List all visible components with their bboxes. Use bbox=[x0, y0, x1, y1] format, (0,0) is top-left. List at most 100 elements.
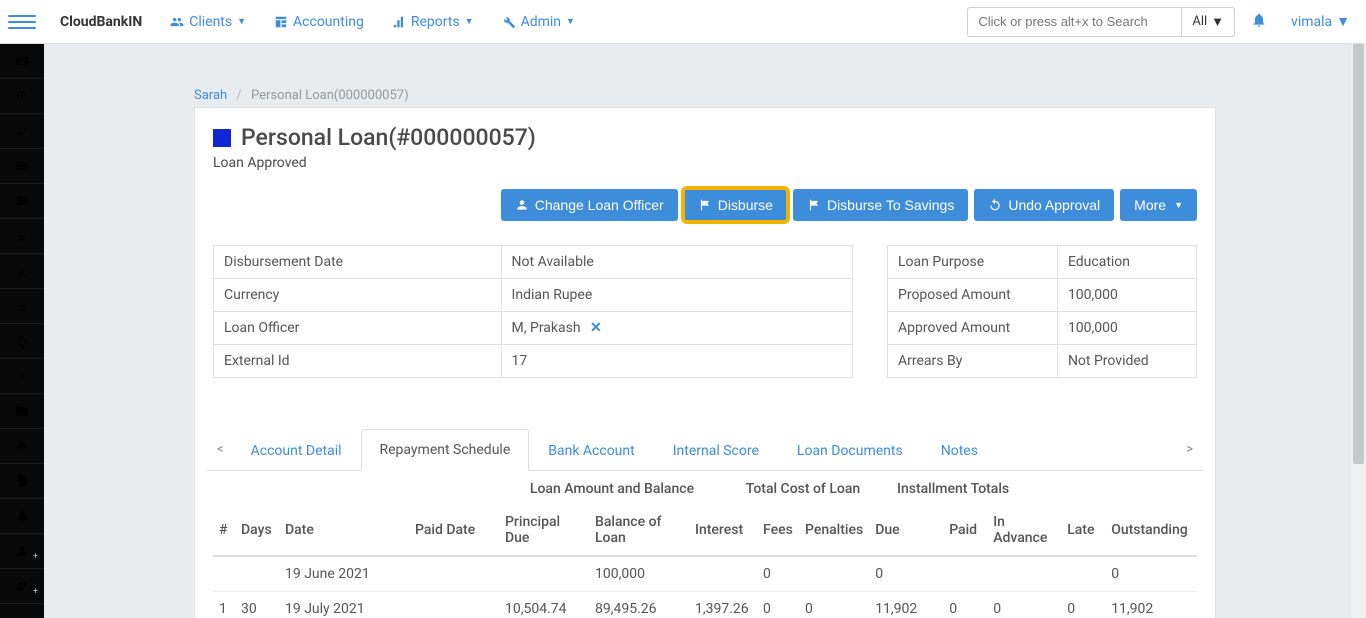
detail-label: Arrears By bbox=[888, 345, 1058, 378]
user-icon bbox=[515, 198, 529, 212]
button-label: More bbox=[1134, 197, 1166, 213]
nav-label: Clients bbox=[189, 14, 232, 30]
brand-logo: CloudBankIN bbox=[46, 14, 156, 30]
sidebar-download2-icon[interactable] bbox=[0, 254, 44, 289]
detail-value: 17 bbox=[501, 345, 852, 378]
sidebar-keyboard-icon[interactable] bbox=[0, 44, 44, 79]
sidebar-document-icon[interactable] bbox=[0, 464, 44, 499]
user-name-label: vimala bbox=[1291, 14, 1332, 30]
detail-value: 100,000 bbox=[1057, 279, 1196, 312]
sidebar-check-icon[interactable] bbox=[0, 114, 44, 149]
sidebar-sitemap-icon[interactable] bbox=[0, 429, 44, 464]
nav-clients[interactable]: Clients ▼ bbox=[156, 4, 260, 40]
change-loan-officer-button[interactable]: Change Loan Officer bbox=[501, 189, 678, 221]
col-fees: Fees bbox=[757, 505, 799, 556]
tab-repayment-schedule[interactable]: Repayment Schedule bbox=[361, 429, 530, 471]
detail-label: Loan Officer bbox=[214, 312, 502, 345]
cell: 1 bbox=[213, 592, 235, 618]
detail-label: Approved Amount bbox=[888, 312, 1058, 345]
remove-loan-officer-icon[interactable]: ✕ bbox=[590, 320, 602, 336]
breadcrumb-loan-label: Personal Loan(000000057) bbox=[251, 88, 409, 103]
cell: 30 bbox=[235, 592, 279, 618]
caret-down-icon: ▼ bbox=[237, 16, 246, 27]
caret-down-icon: ▼ bbox=[1336, 13, 1350, 30]
sidebar-list1-icon[interactable] bbox=[0, 149, 44, 184]
disburse-button[interactable]: Disburse bbox=[684, 189, 787, 221]
cell bbox=[235, 556, 279, 592]
sidebar-bell-icon[interactable] bbox=[0, 499, 44, 534]
cell: 0 bbox=[943, 592, 987, 618]
breadcrumb-client-link[interactable]: Sarah bbox=[194, 88, 227, 103]
flag-icon bbox=[698, 198, 712, 212]
notifications-bell-icon[interactable] bbox=[1245, 12, 1273, 32]
sidebar-gauge-icon[interactable] bbox=[0, 79, 44, 114]
tab-bank-account[interactable]: Bank Account bbox=[529, 430, 653, 471]
group-totals-label: Installment Totals bbox=[897, 481, 1027, 497]
sidebar-download1-icon[interactable] bbox=[0, 219, 44, 254]
detail-label: Disbursement Date bbox=[214, 246, 502, 279]
tabs-scroll-right[interactable]: > bbox=[1178, 434, 1201, 465]
sidebar-list2-icon[interactable] bbox=[0, 184, 44, 219]
nav-accounting[interactable]: Accounting bbox=[260, 4, 378, 40]
button-label: Disburse To Savings bbox=[827, 197, 954, 213]
more-button[interactable]: More ▼ bbox=[1120, 189, 1197, 221]
nav-reports[interactable]: Reports ▼ bbox=[378, 4, 488, 40]
sidebar-plus-icon[interactable] bbox=[0, 359, 44, 394]
button-label: Disburse bbox=[718, 197, 773, 213]
detail-label: Loan Purpose bbox=[888, 246, 1058, 279]
caret-down-icon: ▼ bbox=[465, 16, 474, 27]
cell: 11,902 bbox=[1105, 592, 1197, 618]
cell: 19 June 2021 bbox=[279, 556, 409, 592]
sidebar-refresh-icon[interactable] bbox=[0, 324, 44, 359]
user-menu[interactable]: vimala ▼ bbox=[1283, 13, 1358, 30]
caret-down-icon: ▼ bbox=[1174, 200, 1183, 210]
cell: 19 July 2021 bbox=[279, 592, 409, 618]
cell: 0 bbox=[757, 592, 799, 618]
col-late: Late bbox=[1061, 505, 1105, 556]
tab-account-detail[interactable]: Account Detail bbox=[232, 430, 361, 471]
table-row: Loan Officer M, Prakash ✕ bbox=[214, 312, 853, 345]
detail-value: M, Prakash ✕ bbox=[501, 312, 852, 345]
nav-label: Reports bbox=[411, 14, 460, 30]
sidebar-group-plus-icon[interactable]: + bbox=[0, 569, 44, 604]
undo-approval-button[interactable]: Undo Approval bbox=[974, 189, 1114, 221]
col-due: Due bbox=[869, 505, 943, 556]
nav-admin[interactable]: Admin ▼ bbox=[488, 4, 589, 40]
col-days: Days bbox=[235, 505, 279, 556]
tab-loan-documents[interactable]: Loan Documents bbox=[778, 430, 922, 471]
cell bbox=[943, 556, 987, 592]
table-row: Disbursement Date Not Available bbox=[214, 246, 853, 279]
search-input[interactable] bbox=[967, 7, 1181, 37]
table-row: Arrears By Not Provided bbox=[888, 345, 1197, 378]
loan-details-right-table: Loan Purpose Education Proposed Amount 1… bbox=[887, 245, 1197, 378]
col-outstanding: Outstanding bbox=[1105, 505, 1197, 556]
col-in-advance: In Advance bbox=[987, 505, 1061, 556]
sidebar-user-plus-icon[interactable]: + bbox=[0, 534, 44, 569]
table-row: Proposed Amount 100,000 bbox=[888, 279, 1197, 312]
cell: 0 bbox=[1105, 556, 1197, 592]
reports-icon bbox=[392, 15, 406, 29]
clients-icon bbox=[170, 15, 184, 29]
detail-value: Indian Rupee bbox=[501, 279, 852, 312]
nav-label: Accounting bbox=[293, 14, 364, 30]
nav-label: Admin bbox=[521, 14, 561, 30]
sidebar-folder-icon[interactable] bbox=[0, 394, 44, 429]
loan-status-label: Loan Approved bbox=[213, 155, 1197, 171]
cell: 10,504.74 bbox=[499, 592, 589, 618]
disburse-to-savings-button[interactable]: Disburse To Savings bbox=[793, 189, 968, 221]
tabs-scroll-left[interactable]: < bbox=[209, 434, 232, 465]
cell: 0 bbox=[799, 592, 869, 618]
tab-internal-score[interactable]: Internal Score bbox=[654, 430, 778, 471]
sidebar-download3-icon[interactable] bbox=[0, 289, 44, 324]
wrench-icon bbox=[502, 15, 516, 29]
search-scope-button[interactable]: All ▼ bbox=[1181, 7, 1235, 37]
col-principal-due: Principal Due bbox=[499, 505, 589, 556]
tab-notes[interactable]: Notes bbox=[922, 430, 997, 471]
hamburger-menu[interactable] bbox=[8, 8, 36, 36]
col-num: # bbox=[213, 505, 235, 556]
loan-officer-name: M, Prakash bbox=[512, 320, 581, 336]
cell bbox=[213, 556, 235, 592]
button-label: Undo Approval bbox=[1008, 197, 1100, 213]
detail-value: Not Available bbox=[501, 246, 852, 279]
table-row: Loan Purpose Education bbox=[888, 246, 1197, 279]
